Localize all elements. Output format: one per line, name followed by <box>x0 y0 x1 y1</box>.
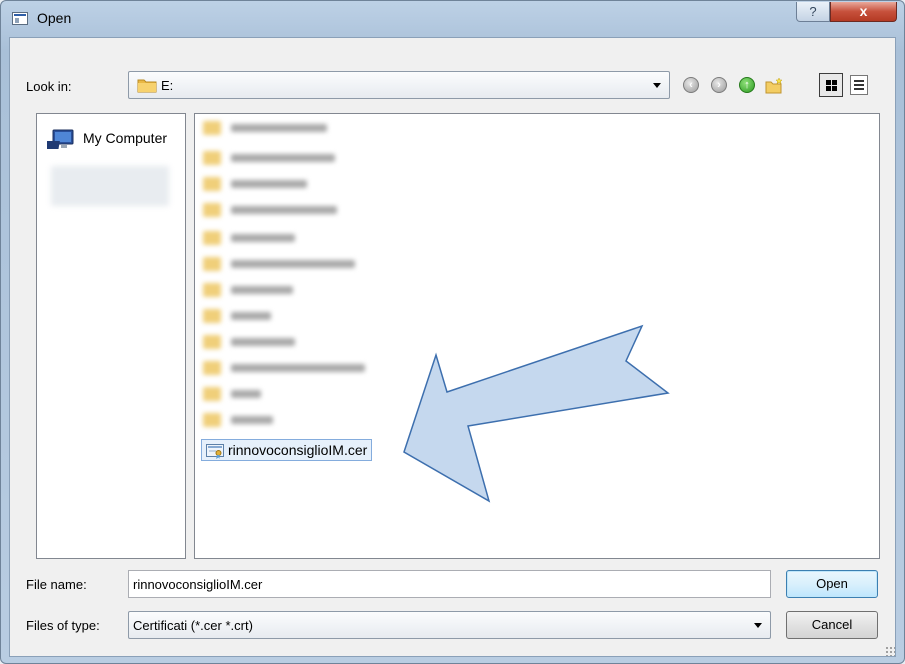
look-in-value: E: <box>161 78 174 93</box>
list-item[interactable] <box>203 282 313 298</box>
file-name-label: File name: <box>26 577 87 592</box>
folder-icon <box>137 79 157 93</box>
help-button[interactable]: ? <box>796 2 830 22</box>
places-sidebar: My Computer <box>36 113 186 559</box>
file-list[interactable]: rinnovoconsiglioIM.cer <box>194 113 880 559</box>
cancel-button[interactable]: Cancel <box>786 611 878 639</box>
open-button[interactable]: Open <box>786 570 878 598</box>
dialog-icon <box>12 12 28 25</box>
list-item[interactable] <box>203 334 313 350</box>
list-item[interactable] <box>203 412 293 428</box>
up-folder-icon[interactable]: ↑ <box>739 77 755 93</box>
list-item[interactable] <box>203 202 353 218</box>
blurred-drive-item[interactable] <box>51 166 169 206</box>
chevron-down-icon[interactable] <box>754 623 762 628</box>
selected-file-name: rinnovoconsiglioIM.cer <box>228 442 368 458</box>
file-type-combobox[interactable]: Certificati (*.cer *.crt) <box>128 611 771 639</box>
look-in-combobox[interactable]: E: <box>128 71 670 99</box>
list-view-icon[interactable] <box>850 75 868 95</box>
forward-icon[interactable]: › <box>711 77 727 93</box>
selected-file-item[interactable]: rinnovoconsiglioIM.cer <box>201 439 373 461</box>
close-button[interactable]: x <box>830 2 897 22</box>
my-computer-icon <box>47 129 74 149</box>
back-icon[interactable]: ‹ <box>683 77 699 93</box>
look-in-label: Look in: <box>26 79 72 94</box>
title-bar[interactable]: Open ? x <box>1 1 904 37</box>
list-item[interactable] <box>203 386 283 402</box>
list-item[interactable] <box>203 176 323 192</box>
certificate-icon <box>206 444 224 459</box>
list-item[interactable] <box>203 120 343 136</box>
sidebar-item-label: My Computer <box>83 130 168 146</box>
list-item[interactable] <box>203 150 353 166</box>
list-item[interactable] <box>203 230 313 246</box>
list-item[interactable] <box>203 308 293 324</box>
resize-grip-icon[interactable] <box>885 646 895 656</box>
list-item[interactable] <box>203 360 383 376</box>
file-type-label: Files of type: <box>26 618 100 633</box>
file-type-value: Certificati (*.cer *.crt) <box>133 618 253 633</box>
chevron-down-icon[interactable] <box>653 83 661 88</box>
list-item[interactable] <box>203 256 373 272</box>
file-name-field[interactable] <box>128 570 771 598</box>
detail-view-icon[interactable] <box>819 73 843 97</box>
dialog-title: Open <box>37 10 72 26</box>
new-folder-icon[interactable] <box>765 77 783 95</box>
